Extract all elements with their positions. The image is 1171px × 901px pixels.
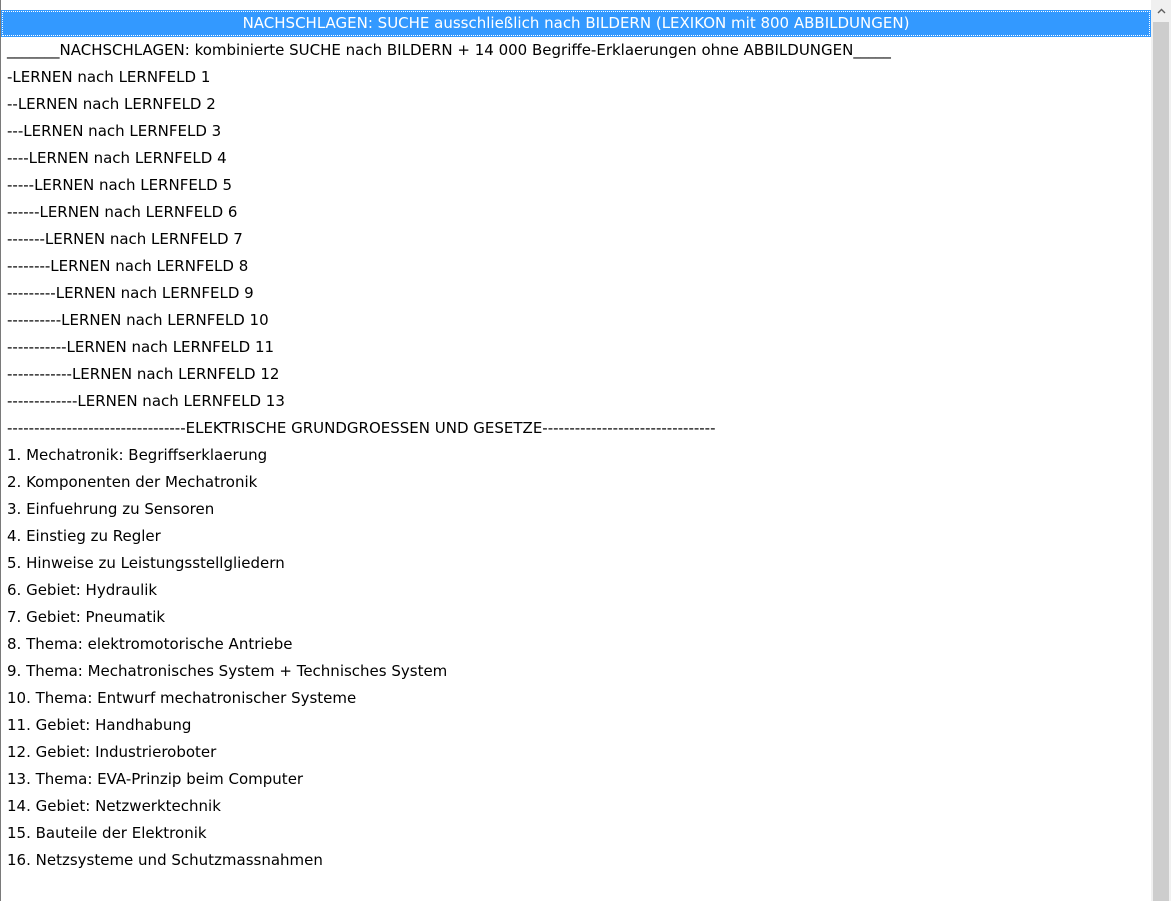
list-item[interactable]: --LERNEN nach LERNFELD 2 (1, 91, 1151, 118)
list-item[interactable]: -------LERNEN nach LERNFELD 7 (1, 226, 1151, 253)
list-item[interactable]: 10. Thema: Entwurf mechatronischer Syste… (1, 685, 1151, 712)
list-item[interactable]: 6. Gebiet: Hydraulik (1, 577, 1151, 604)
list-item[interactable]: 13. Thema: EVA-Prinzip beim Computer (1, 766, 1151, 793)
list-item[interactable]: ---------LERNEN nach LERNFELD 9 (1, 280, 1151, 307)
list-item[interactable]: ----LERNEN nach LERNFELD 4 (1, 145, 1151, 172)
list-item[interactable]: ------LERNEN nach LERNFELD 6 (1, 199, 1151, 226)
list-item[interactable]: 14. Gebiet: Netzwerktechnik (1, 793, 1151, 820)
list-item[interactable]: -----------LERNEN nach LERNFELD 11 (1, 334, 1151, 361)
scroll-up-button[interactable] (1151, 0, 1171, 22)
list-item[interactable]: ---LERNEN nach LERNFELD 3 (1, 118, 1151, 145)
list-item[interactable]: 4. Einstieg zu Regler (1, 523, 1151, 550)
list-item[interactable]: _______NACHSCHLAGEN: kombinierte SUCHE n… (1, 37, 1151, 64)
list-item[interactable]: ----------LERNEN nach LERNFELD 10 (1, 307, 1151, 334)
list-item[interactable]: 11. Gebiet: Handhabung (1, 712, 1151, 739)
list-item[interactable]: 2. Komponenten der Mechatronik (1, 469, 1151, 496)
list-item[interactable]: 9. Thema: Mechatronisches System + Techn… (1, 658, 1151, 685)
list-item[interactable]: 8. Thema: elektromotorische Antriebe (1, 631, 1151, 658)
list-item[interactable]: NACHSCHLAGEN: SUCHE ausschließlich nach … (1, 10, 1151, 37)
list-item[interactable]: -LERNEN nach LERNFELD 1 (1, 64, 1151, 91)
list-item[interactable]: 12. Gebiet: Industrieroboter (1, 739, 1151, 766)
topic-list: NACHSCHLAGEN: SUCHE ausschließlich nach … (1, 10, 1151, 874)
chevron-up-icon (1157, 8, 1166, 14)
list-item[interactable]: -----LERNEN nach LERNFELD 5 (1, 172, 1151, 199)
topic-listbox[interactable]: NACHSCHLAGEN: SUCHE ausschließlich nach … (0, 0, 1171, 901)
list-item[interactable]: 16. Netzsysteme und Schutzmassnahmen (1, 847, 1151, 874)
list-item[interactable]: -------------LERNEN nach LERNFELD 13 (1, 388, 1151, 415)
list-item[interactable]: --------LERNEN nach LERNFELD 8 (1, 253, 1151, 280)
scrollbar-thumb[interactable] (1153, 22, 1169, 901)
list-item[interactable]: 5. Hinweise zu Leistungsstellgliedern (1, 550, 1151, 577)
list-item[interactable]: 15. Bauteile der Elektronik (1, 820, 1151, 847)
vertical-scrollbar[interactable] (1151, 0, 1171, 901)
list-item[interactable]: 7. Gebiet: Pneumatik (1, 604, 1151, 631)
list-item[interactable]: ------------LERNEN nach LERNFELD 12 (1, 361, 1151, 388)
list-item[interactable]: 1. Mechatronik: Begriffserklaerung (1, 442, 1151, 469)
list-item[interactable]: ---------------------------------ELEKTRI… (1, 415, 1151, 442)
list-item[interactable]: 3. Einfuehrung zu Sensoren (1, 496, 1151, 523)
